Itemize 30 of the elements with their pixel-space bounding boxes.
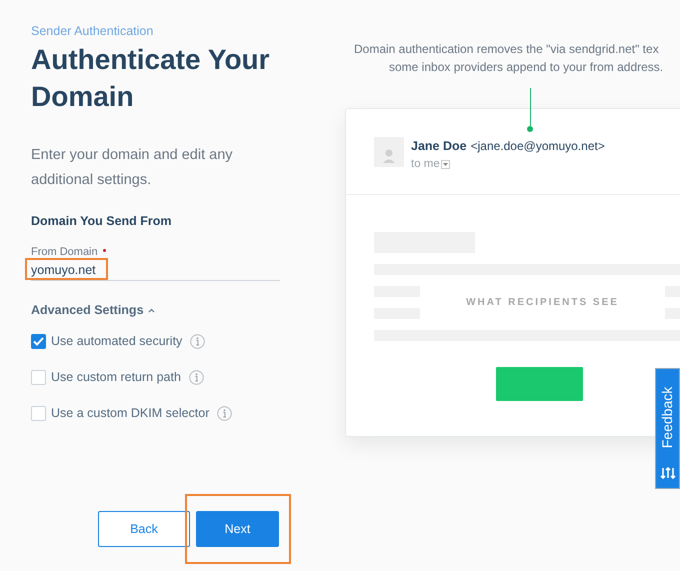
connector-line bbox=[527, 88, 533, 132]
preview-caption: WHAT RECIPIENTS SEE bbox=[465, 296, 620, 310]
field-label: From Domain bbox=[31, 244, 98, 260]
checkbox[interactable] bbox=[31, 334, 46, 349]
checkbox[interactable] bbox=[31, 370, 46, 385]
sort-icon bbox=[660, 467, 676, 479]
checkbox[interactable] bbox=[31, 406, 46, 421]
dropdown-icon[interactable] bbox=[440, 160, 450, 169]
recipient-text: to me bbox=[411, 156, 440, 172]
info-icon[interactable] bbox=[217, 406, 232, 421]
option-label: Use custom return path bbox=[51, 369, 181, 386]
back-button[interactable]: Back bbox=[98, 511, 190, 547]
option-label: Use automated security bbox=[51, 333, 182, 350]
domain-input-field[interactable]: yomuyo.net bbox=[31, 262, 280, 278]
option-label: Use a custom DKIM selector bbox=[51, 405, 210, 422]
advanced-settings-toggle[interactable]: Advanced Settings bbox=[31, 301, 155, 320]
description: Enter your domain and edit any additional settings. bbox=[31, 146, 234, 190]
info-text: Domain authentication removes the "via sendgrid.net" tex bbox=[354, 41, 659, 58]
info-icon[interactable] bbox=[190, 334, 206, 349]
next-button[interactable]: Next bbox=[196, 511, 279, 547]
info-text: some inbox providers append to your from address. bbox=[389, 59, 664, 76]
avatar-icon bbox=[374, 137, 404, 167]
page-title: Authenticate Your Domain bbox=[31, 43, 271, 114]
sender-name: Jane Doe bbox=[411, 138, 467, 155]
info-icon[interactable] bbox=[188, 370, 204, 385]
feedback-tab[interactable]: Feedback bbox=[655, 368, 680, 489]
breadcrumb: Sender Authentication bbox=[31, 23, 154, 39]
section-heading: Domain You Send From bbox=[31, 213, 173, 230]
feedback-label: Feedback bbox=[658, 386, 676, 448]
sender-address: <jane.doe@yomuyo.net> bbox=[470, 138, 605, 155]
